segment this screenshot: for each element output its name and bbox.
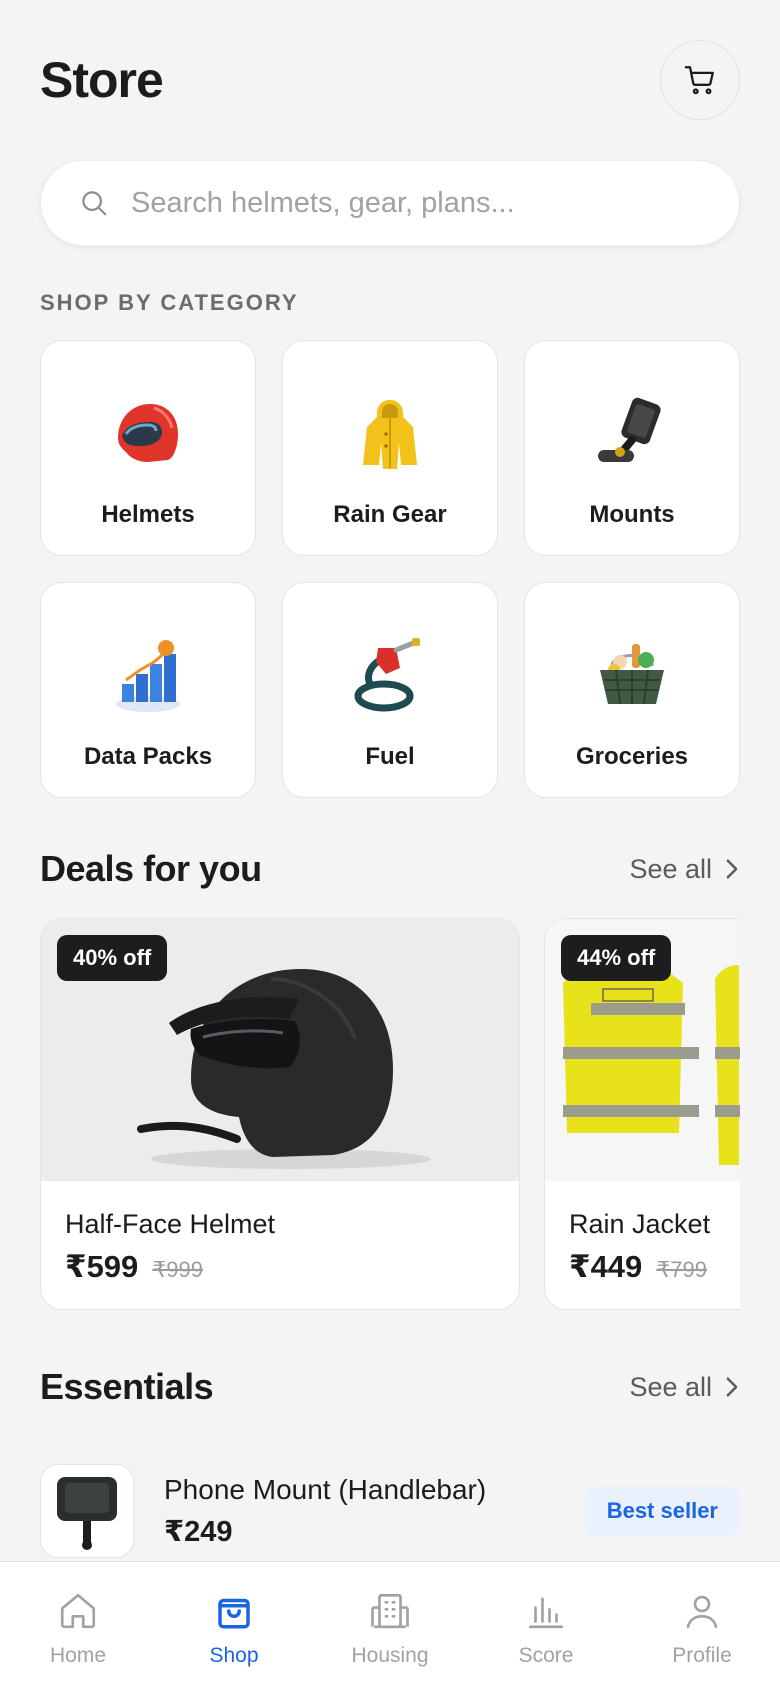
category-helmets[interactable]: Helmets (40, 340, 256, 556)
bar-chart-icon (528, 1597, 564, 1629)
deals-title: Deals for you (40, 848, 262, 889)
tab-profile[interactable]: Profile (642, 1590, 762, 1668)
chevron-right-icon (726, 859, 738, 879)
tab-score[interactable]: Score (486, 1590, 606, 1668)
see-all-label: See all (629, 1371, 712, 1402)
fuel-pump-icon (345, 631, 435, 721)
category-label: Rain Gear (333, 501, 447, 528)
category-fuel[interactable]: Fuel (282, 582, 498, 798)
product-price: ₹449 (569, 1249, 643, 1284)
deals-carousel[interactable]: 40% off Half-Face Helmet ₹599 ₹999 44% o… (40, 918, 740, 1310)
original-price: ₹999 (152, 1257, 203, 1282)
category-label: Fuel (365, 743, 415, 770)
price-row: ₹449 ₹799 (569, 1249, 707, 1285)
category-grid: Helmets Rain Gear Mounts Data Packs Fuel… (40, 340, 740, 798)
product-name: Phone Mount (Handlebar) (164, 1473, 487, 1505)
essentials-see-all-link[interactable]: See all (629, 1372, 740, 1403)
tab-label: Profile (672, 1644, 732, 1667)
list-item[interactable]: Phone Mount (Handlebar) ₹249 Best seller (40, 1464, 740, 1558)
cart-button[interactable] (660, 40, 740, 120)
shopping-bag-icon (218, 1598, 250, 1629)
tab-shop[interactable]: Shop (174, 1590, 294, 1668)
home-icon (60, 1593, 96, 1629)
search-icon (82, 191, 107, 216)
product-price: ₹249 (164, 1515, 233, 1548)
phone-mount-icon (587, 389, 677, 479)
essentials-title: Essentials (40, 1366, 214, 1407)
header: Store (40, 40, 740, 120)
tab-housing[interactable]: Housing (330, 1590, 450, 1668)
user-icon (686, 1595, 718, 1629)
data-chart-icon (103, 631, 193, 721)
category-data-packs[interactable]: Data Packs (40, 582, 256, 798)
deal-card[interactable]: 40% off Half-Face Helmet ₹599 ₹999 (40, 918, 520, 1310)
tab-label: Shop (209, 1644, 259, 1667)
category-label: Groceries (575, 743, 689, 770)
deals-header: Deals for you See all (40, 844, 740, 894)
essentials-header: Essentials See all (40, 1362, 740, 1412)
helmet-icon (103, 389, 193, 479)
tab-home[interactable]: Home (18, 1590, 138, 1668)
product-price: ₹599 (65, 1249, 139, 1284)
see-all-label: See all (629, 853, 712, 884)
chevron-right-icon (726, 1377, 738, 1397)
discount-badge: 40% off (57, 935, 168, 981)
price-row: ₹599 ₹999 (65, 1249, 203, 1285)
category-rain-gear[interactable]: Rain Gear (282, 340, 498, 556)
tab-label: Home (49, 1644, 107, 1667)
tab-label: Score (518, 1644, 574, 1667)
product-name: Half-Face Helmet (65, 1209, 276, 1239)
category-label: Data Packs (83, 743, 213, 770)
category-label: Mounts (589, 501, 675, 528)
grocery-basket-icon (587, 631, 677, 721)
product-name: Rain Jacket (569, 1209, 711, 1239)
category-mounts[interactable]: Mounts (524, 340, 740, 556)
search-bar[interactable] (40, 160, 740, 246)
cart-icon (684, 66, 714, 95)
tab-label: Housing (351, 1644, 429, 1667)
original-price: ₹799 (656, 1257, 707, 1282)
page-title: Store (40, 52, 164, 108)
bottom-tab-bar: Home Shop Housing Score Profile (0, 1561, 780, 1688)
discount-badge: 44% off (561, 935, 672, 981)
building-icon (371, 1593, 409, 1629)
deal-card[interactable]: 44% off Rain Jacket ₹449 ₹799 (544, 918, 740, 1310)
raincoat-icon (345, 389, 435, 479)
product-info: Phone Mount (Handlebar) ₹249 (164, 1474, 585, 1549)
product-thumbnail (40, 1464, 134, 1558)
category-heading: SHOP BY CATEGORY (40, 290, 299, 315)
deals-see-all-link[interactable]: See all (629, 854, 740, 885)
category-groceries[interactable]: Groceries (524, 582, 740, 798)
category-label: Helmets (101, 501, 195, 528)
best-seller-badge: Best seller (584, 1486, 740, 1536)
search-input[interactable] (131, 186, 691, 220)
